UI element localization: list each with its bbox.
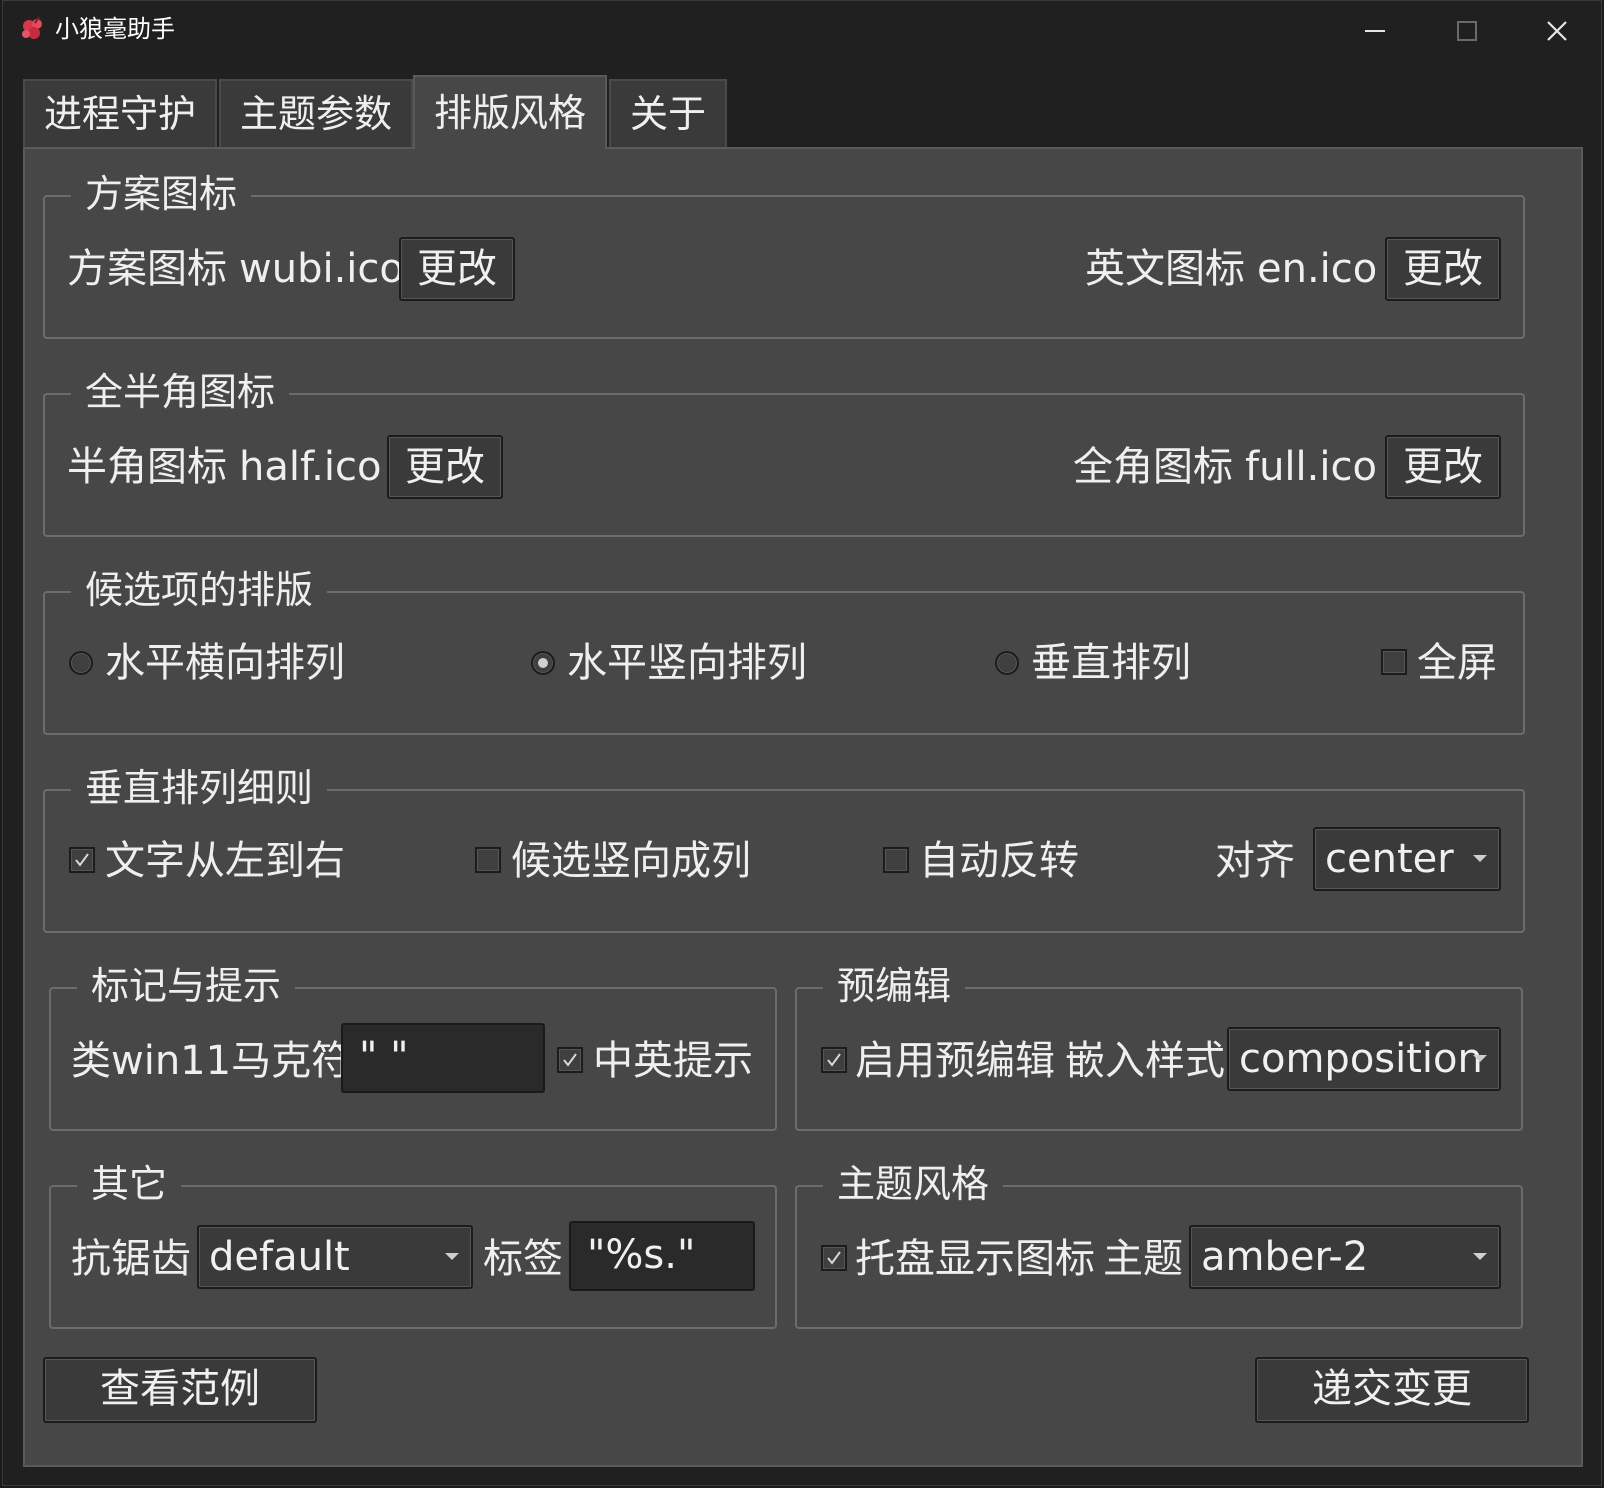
checkmark-icon: [827, 1053, 841, 1067]
vertical-label[interactable]: 垂直排列: [1031, 635, 1191, 691]
align-label: 对齐: [1215, 838, 1295, 884]
embed-style-value: composition: [1239, 1036, 1483, 1082]
marks-hints-group: 标记与提示 类win11马克符 " " 中英提示: [49, 961, 777, 1131]
change-full-icon-button[interactable]: 更改: [1385, 435, 1501, 499]
align-select[interactable]: center: [1313, 827, 1501, 891]
tab-process-guard[interactable]: 进程守护: [23, 79, 217, 147]
english-icon-label: 英文图标: [1085, 246, 1245, 292]
embed-style-label: 嵌入样式: [1065, 1038, 1225, 1084]
theme-style-legend: 主题风格: [823, 1159, 1004, 1209]
embed-style-select[interactable]: composition: [1227, 1027, 1501, 1091]
antialias-value: default: [209, 1234, 350, 1280]
change-scheme-icon-button[interactable]: 更改: [399, 237, 515, 301]
theme-value: amber-2: [1201, 1234, 1369, 1280]
marks-hints-legend: 标记与提示: [77, 961, 296, 1011]
window-title: 小狼毫助手: [55, 15, 175, 43]
horizontal-column-label[interactable]: 水平竖向排列: [567, 635, 807, 691]
enable-preedit-checkbox[interactable]: [821, 1047, 847, 1073]
chevron-down-icon: [1473, 1055, 1487, 1062]
tag-input[interactable]: "%s.": [569, 1221, 755, 1291]
chevron-down-icon: [445, 1253, 459, 1260]
scheme-icon-group: 方案图标 方案图标 wubi.ico 更改 英文图标 en.ico 更改: [43, 169, 1525, 339]
enable-preedit-label[interactable]: 启用预编辑: [855, 1033, 1055, 1089]
horizontal-row-radio[interactable]: [69, 651, 93, 675]
fullscreen-checkbox[interactable]: [1381, 649, 1407, 675]
antialias-select[interactable]: default: [197, 1225, 473, 1289]
text-ltr-checkbox[interactable]: [69, 847, 95, 873]
maximize-button[interactable]: [1421, 7, 1513, 55]
chevron-down-icon: [1473, 855, 1487, 862]
auto-reverse-label[interactable]: 自动反转: [919, 833, 1079, 889]
preedit-group: 预编辑 启用预编辑 嵌入样式 composition: [795, 961, 1523, 1131]
minimize-button[interactable]: [1329, 7, 1421, 55]
candidate-layout-group: 候选项的排版 水平横向排列 水平竖向排列 垂直排列 全屏: [43, 565, 1525, 735]
minimize-icon: [1365, 30, 1385, 32]
vertical-radio[interactable]: [995, 651, 1019, 675]
other-group: 其它 抗锯齿 default 标签 "%s.": [49, 1159, 777, 1329]
theme-style-group: 主题风格 托盘显示图标 主题 amber-2: [795, 1159, 1523, 1329]
preedit-legend: 预编辑: [823, 961, 966, 1011]
cn-en-hint-label[interactable]: 中英提示: [593, 1033, 753, 1089]
half-icon-file: half.ico: [239, 444, 382, 490]
checkmark-icon: [75, 853, 89, 867]
full-icon-label: 全角图标: [1073, 444, 1233, 490]
maximize-icon: [1457, 21, 1477, 41]
candidate-column-label[interactable]: 候选竖向成列: [511, 833, 751, 889]
theme-select[interactable]: amber-2: [1189, 1225, 1501, 1289]
candidate-column-checkbox[interactable]: [475, 847, 501, 873]
tab-theme-params[interactable]: 主题参数: [219, 79, 413, 147]
title-bar[interactable]: 小狼毫助手: [3, 1, 1601, 59]
change-english-icon-button[interactable]: 更改: [1385, 237, 1501, 301]
half-icon-label: 半角图标: [67, 444, 227, 490]
vertical-rules-legend: 垂直排列细则: [71, 763, 328, 813]
win11-marker-value: " ": [359, 1034, 409, 1080]
candidate-layout-legend: 候选项的排版: [71, 565, 328, 615]
wolf-hair-logo-icon: [19, 15, 47, 43]
antialias-label: 抗锯齿: [71, 1236, 191, 1282]
submit-changes-button[interactable]: 递交变更: [1255, 1357, 1529, 1423]
cn-en-hint-checkbox[interactable]: [557, 1047, 583, 1073]
align-select-value: center: [1325, 836, 1454, 882]
checkmark-icon: [563, 1053, 577, 1067]
fullscreen-label[interactable]: 全屏: [1417, 635, 1497, 691]
english-icon-file: en.ico: [1257, 246, 1378, 292]
tab-layout-style[interactable]: 排版风格: [413, 75, 607, 149]
tray-icon-label[interactable]: 托盘显示图标: [855, 1231, 1095, 1287]
vertical-rules-group: 垂直排列细则 文字从左到右 候选竖向成列 自动反转 对齐 center: [43, 763, 1525, 933]
change-half-icon-button[interactable]: 更改: [387, 435, 503, 499]
win11-marker-input[interactable]: " ": [341, 1023, 545, 1093]
tab-content-panel: 方案图标 方案图标 wubi.ico 更改 英文图标 en.ico 更改 全半角…: [23, 147, 1583, 1467]
width-icon-legend: 全半角图标: [71, 367, 290, 417]
app-window: 小狼毫助手 进程守护 主题参数 排版风格 关于 方案图标 方案图标 wubi.i…: [2, 0, 1602, 1486]
horizontal-column-radio[interactable]: [531, 651, 555, 675]
full-icon-file: full.ico: [1245, 444, 1377, 490]
other-legend: 其它: [77, 1159, 182, 1209]
tab-about[interactable]: 关于: [609, 79, 727, 147]
view-example-button[interactable]: 查看范例: [43, 1357, 317, 1423]
width-icon-group: 全半角图标 半角图标 half.ico 更改 全角图标 full.ico 更改: [43, 367, 1525, 537]
theme-label: 主题: [1103, 1236, 1183, 1282]
scheme-icon-label: 方案图标: [67, 246, 227, 292]
checkmark-icon: [827, 1251, 841, 1265]
close-icon: [1547, 21, 1567, 41]
scheme-icon-legend: 方案图标: [71, 169, 252, 219]
text-ltr-label[interactable]: 文字从左到右: [105, 833, 345, 889]
tag-value: "%s.": [587, 1232, 696, 1278]
tag-label: 标签: [483, 1236, 563, 1282]
tray-icon-checkbox[interactable]: [821, 1245, 847, 1271]
close-button[interactable]: [1511, 7, 1603, 55]
auto-reverse-checkbox[interactable]: [883, 847, 909, 873]
horizontal-row-label[interactable]: 水平横向排列: [105, 635, 345, 691]
chevron-down-icon: [1473, 1253, 1487, 1260]
scheme-icon-file: wubi.ico: [239, 246, 404, 292]
win11-marker-label: 类win11马克符: [71, 1038, 352, 1084]
